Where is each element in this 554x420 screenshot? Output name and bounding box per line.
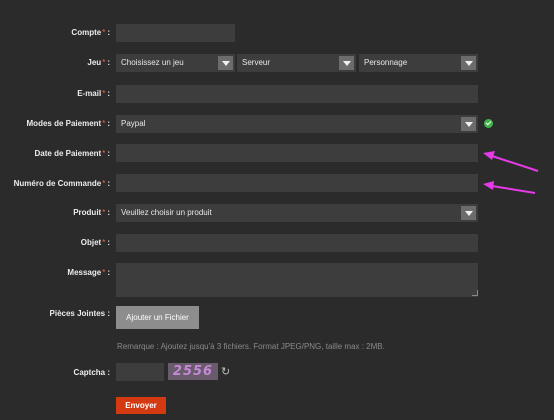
objet-input[interactable] [116,234,478,252]
label-produit: Produit*: [73,208,110,217]
numero-commande-input[interactable] [116,174,478,192]
message-textarea[interactable] [116,263,478,297]
captcha-input[interactable] [116,363,164,381]
produit-select-value: Veuillez choisir un produit [121,208,212,217]
chevron-down-icon [461,117,476,131]
chevron-down-icon [339,56,354,70]
date-paiement-input[interactable] [116,144,478,162]
label-email: E-mail*: [77,89,110,98]
label-modes-paiement: Modes de Paiement*: [26,119,110,128]
personnage-select-value: Personnage [364,58,408,67]
label-numero-commande: Numéro de Commande*: [13,179,110,188]
email-input[interactable] [116,85,478,103]
captcha-image: 2556 [168,363,218,380]
resize-handle-icon[interactable] [472,290,478,296]
serveur-select[interactable]: Serveur [237,54,356,72]
produit-select[interactable]: Veuillez choisir un produit [116,204,478,222]
jeu-select-value: Choisissez un jeu [121,58,184,67]
serveur-select-value: Serveur [242,58,271,67]
jeu-select[interactable]: Choisissez un jeu [116,54,235,72]
personnage-select[interactable]: Personnage [359,54,478,72]
label-objet: Objet*: [80,238,110,247]
chevron-down-icon [218,56,233,70]
label-compte: Compte*: [71,28,110,37]
modes-paiement-value: Paypal [121,119,146,128]
label-jeu: Jeu*: [87,58,110,67]
chevron-down-icon [461,206,476,220]
attachment-note: Remarque : Ajoutez jusqu'à 3 fichiers. F… [117,342,385,351]
label-message: Message*: [67,268,110,277]
arrow-annotation-date [483,151,539,172]
label-date-paiement: Date de Paiement*: [34,149,111,158]
add-file-button[interactable]: Ajouter un Fichier [116,306,199,329]
send-button[interactable]: Envoyer [116,397,166,414]
label-pieces-jointes: Pièces Jointes : [49,309,110,318]
chevron-down-icon [461,56,476,70]
label-captcha: Captcha : [73,368,110,377]
modes-paiement-select[interactable]: Paypal [116,115,478,133]
arrow-annotation-numero [483,181,536,194]
check-circle-icon [484,119,493,128]
refresh-icon[interactable]: ↻ [221,365,230,378]
compte-input[interactable] [116,24,235,42]
